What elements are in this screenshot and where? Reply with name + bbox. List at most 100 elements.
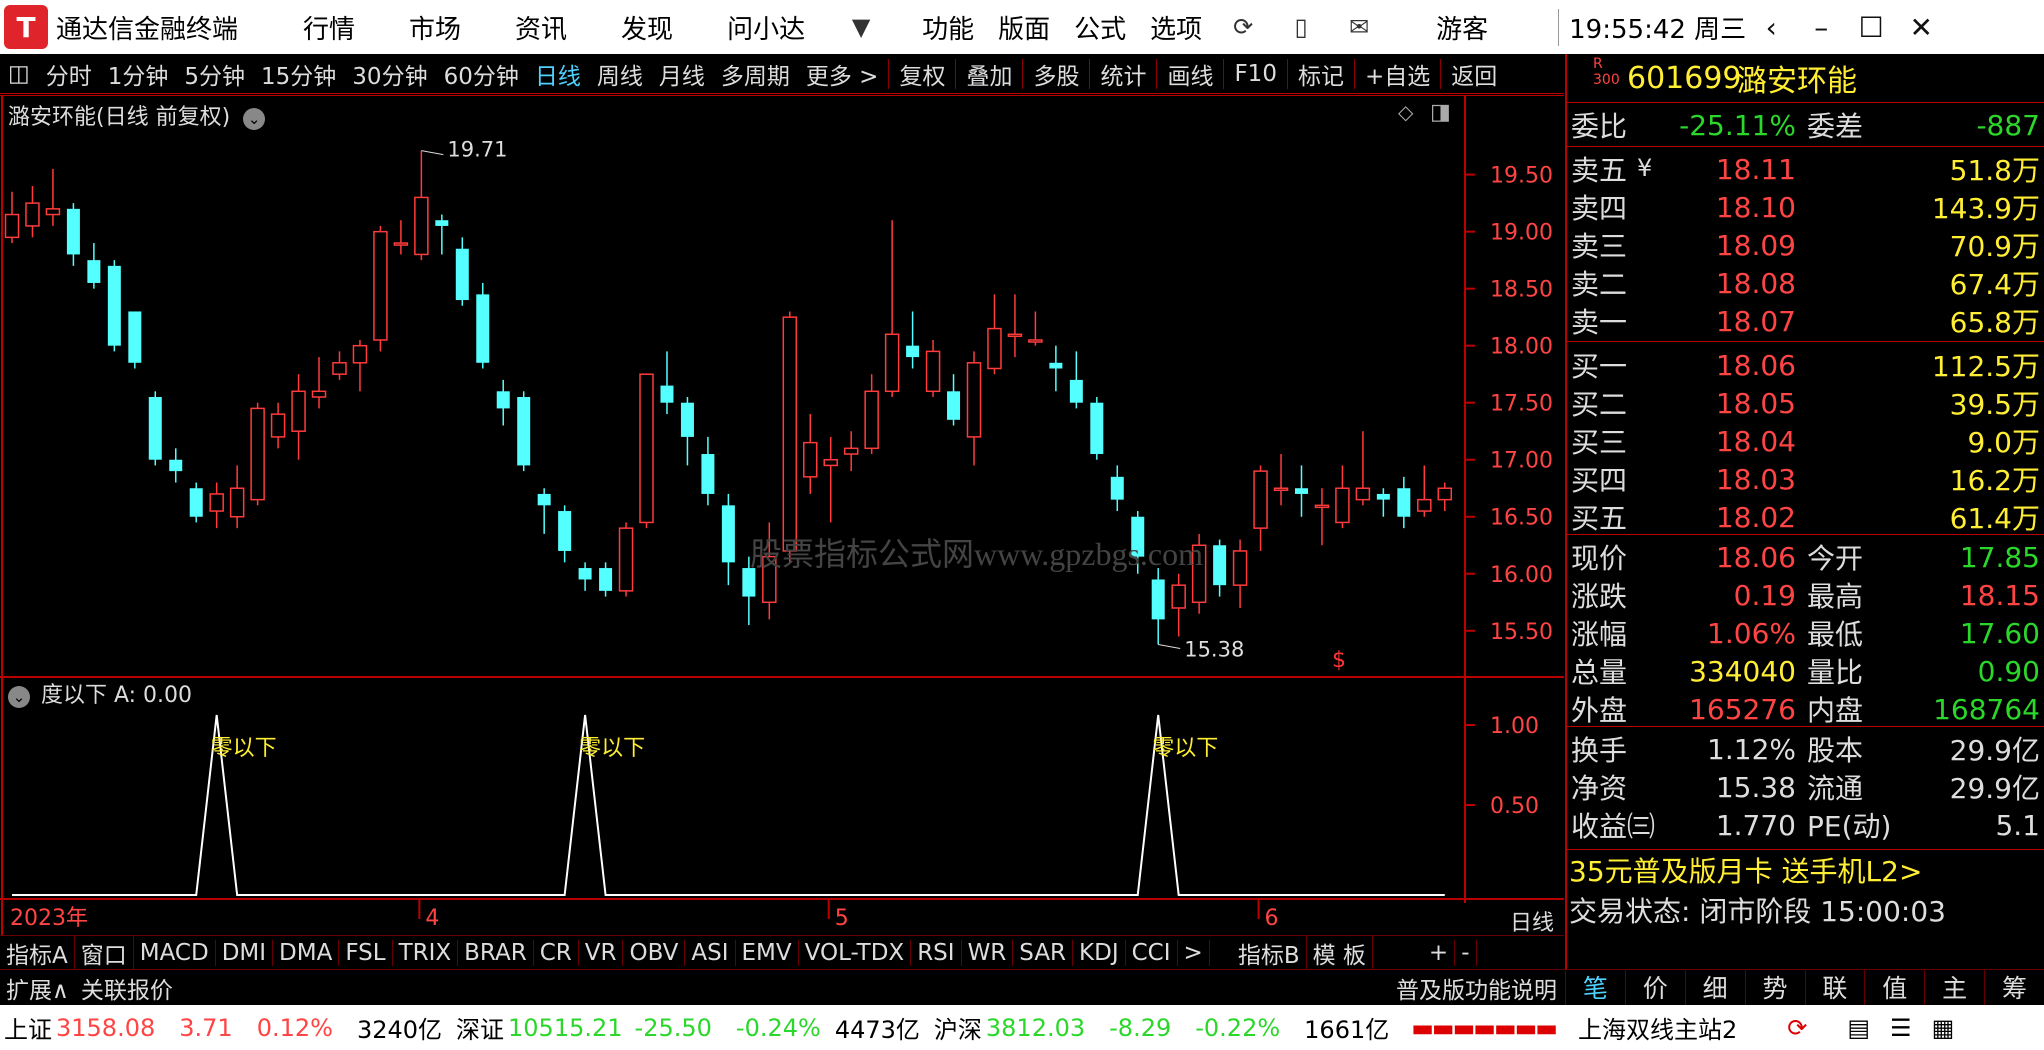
indicator-tab[interactable]: VOL-TDX	[799, 939, 912, 966]
period-tab[interactable]: 5分钟	[176, 57, 253, 91]
mail-icon[interactable]: ✉	[1344, 12, 1374, 42]
chevron-down-icon[interactable]: ⌄	[8, 686, 30, 708]
order-book-row[interactable]: 买四 18.03 16.2万	[1567, 460, 2044, 498]
indicator-tab[interactable]: DMI	[216, 939, 274, 966]
indicator-tab[interactable]: RSI	[911, 939, 962, 966]
period-tab[interactable]: 15分钟	[253, 57, 344, 91]
diamond-icon[interactable]: ◇	[1398, 100, 1414, 124]
menu-item[interactable]: 问小达	[700, 9, 832, 46]
tool-button[interactable]: 叠加	[958, 57, 1020, 91]
order-book-row[interactable]: 卖一 18.07 65.8万	[1567, 302, 2044, 340]
indicator-tab[interactable]: 指标A	[0, 935, 75, 970]
indicator-tab[interactable]: TRIX	[393, 939, 459, 966]
right-tab[interactable]: 细	[1684, 969, 1745, 1005]
period-tab[interactable]: 60分钟	[436, 57, 527, 91]
menu-item[interactable]: 公式	[1062, 9, 1138, 46]
indicator-tab[interactable]: VR	[579, 939, 624, 966]
chart-area[interactable]: 19.50 19.00 18.50 18.00 17.50 17.00 16.50 16.00…	[0, 95, 1564, 935]
menu-item[interactable]: 功能	[910, 9, 986, 46]
period-tab[interactable]: 1分钟	[100, 57, 177, 91]
right-tab[interactable]: 势	[1744, 969, 1805, 1005]
order-book-row[interactable]: 买二 18.05 39.5万	[1567, 384, 2044, 422]
indicator-tab[interactable]: EMV	[736, 939, 799, 966]
close-icon[interactable]: ✕	[1896, 11, 1946, 44]
chevron-down-icon[interactable]: ⌄	[243, 108, 266, 130]
list-icon[interactable]: ☰	[1890, 1014, 1912, 1042]
indicator-tab[interactable]: WR	[962, 939, 1014, 966]
period-tab-active[interactable]: 日线	[527, 57, 589, 91]
period-tab[interactable]: 月线	[651, 57, 713, 91]
dropdown-arrow-icon[interactable]: ▼	[846, 12, 876, 42]
menu-item[interactable]: 版面	[986, 9, 1062, 46]
refresh-icon[interactable]: ⟳	[1228, 12, 1258, 42]
tool-button[interactable]: F10	[1226, 61, 1285, 87]
right-tab[interactable]: 笔	[1565, 969, 1625, 1005]
server-label[interactable]: 上海双线主站2	[1578, 1010, 1737, 1045]
more-periods-button[interactable]: 更多 >	[798, 57, 887, 91]
menu-item[interactable]: 发现	[594, 9, 700, 46]
indicator-tab[interactable]: KDJ	[1073, 939, 1126, 966]
tool-button[interactable]: 复权	[891, 57, 953, 91]
indicator-tab[interactable]: BRAR	[458, 939, 534, 966]
order-book-row[interactable]: 卖二 18.08 67.4万	[1567, 264, 2044, 302]
indicator-tab[interactable]: ASI	[685, 939, 736, 966]
menu-item[interactable]: 资讯	[488, 9, 594, 46]
back-icon[interactable]: ‹	[1746, 11, 1796, 44]
order-book-row[interactable]: 卖三 18.09 70.9万	[1567, 226, 2044, 264]
right-tab[interactable]: 值	[1864, 969, 1924, 1005]
tool-button[interactable]: 多股	[1025, 57, 1087, 91]
period-tab[interactable]: 多周期	[713, 57, 798, 91]
order-book-row[interactable]: 卖四 18.10 143.9万	[1567, 188, 2044, 226]
tool-button[interactable]: 画线	[1159, 57, 1221, 91]
indicator-tab[interactable]: MACD	[134, 939, 216, 966]
tool-button[interactable]: 返回	[1443, 57, 1505, 91]
indicator-tab[interactable]: >	[1178, 939, 1210, 966]
index-label[interactable]: 深证	[456, 1010, 504, 1045]
grid-icon[interactable]: ▦	[1932, 1014, 1955, 1042]
panel-toggle-icon[interactable]: ◫	[0, 61, 38, 87]
order-book-row[interactable]: 买一 18.06 112.5万	[1567, 346, 2044, 384]
menu-item[interactable]: 市场	[382, 9, 488, 46]
layout-icon[interactable]: ◨	[1430, 100, 1451, 125]
user-label[interactable]: 游客	[1436, 9, 1546, 46]
help-link[interactable]: 普及版功能说明	[1390, 971, 1563, 1005]
calculator-icon[interactable]: ▤	[1847, 1014, 1870, 1042]
indicator-tab[interactable]: FSL	[339, 939, 393, 966]
tool-button[interactable]: 标记	[1290, 57, 1352, 91]
index-label[interactable]: 上证	[4, 1010, 52, 1045]
right-tab[interactable]: 筹	[1984, 969, 2044, 1005]
phone-icon[interactable]: ▯	[1286, 12, 1316, 42]
right-tab[interactable]: 主	[1924, 969, 1984, 1005]
menu-item[interactable]: 选项	[1138, 9, 1214, 46]
indicator-tab[interactable]: OBV	[623, 939, 686, 966]
minimize-icon[interactable]: –	[1796, 11, 1846, 44]
tool-button[interactable]: +自选	[1357, 57, 1438, 91]
candle-body-down	[107, 265, 121, 346]
indicator-tab[interactable]: 指标B	[1232, 935, 1307, 970]
period-tab[interactable]: 分时	[38, 57, 100, 91]
index-label[interactable]: 沪深	[934, 1010, 982, 1045]
right-tab[interactable]: 价	[1624, 969, 1685, 1005]
indicator-tab[interactable]: -	[1455, 939, 1477, 966]
yen-icon[interactable]: ¥	[1637, 154, 1652, 182]
right-tab[interactable]: 联	[1804, 969, 1865, 1005]
order-book-row[interactable]: 买五 18.02 61.4万	[1567, 498, 2044, 536]
related-quotes-button[interactable]: 关联报价	[75, 971, 179, 1005]
period-tab[interactable]: 30分钟	[344, 57, 435, 91]
indicator-tab[interactable]: 模 板	[1307, 935, 1373, 970]
order-book-row[interactable]: 买三 18.04 9.0万	[1567, 422, 2044, 460]
maximize-icon[interactable]: ☐	[1846, 11, 1896, 44]
menu-item[interactable]: 行情	[276, 9, 382, 46]
indicator-tab[interactable]: 窗口	[75, 935, 134, 970]
tool-button[interactable]: 统计	[1092, 57, 1154, 91]
indicator-tab[interactable]: +	[1423, 939, 1456, 966]
expand-button[interactable]: 扩展∧	[0, 971, 75, 1005]
indicator-tab[interactable]: DMA	[273, 939, 340, 966]
indicator-tab[interactable]: CCI	[1126, 939, 1178, 966]
sync-icon[interactable]: ⟳	[1787, 1014, 1807, 1042]
period-tab[interactable]: 周线	[589, 57, 651, 91]
indicator-tab[interactable]: SAR	[1013, 939, 1074, 966]
indicator-tab[interactable]: CR	[534, 939, 579, 966]
promo-link[interactable]: 35元普及版月卡 送手机L2>	[1565, 850, 2044, 890]
kline-chart[interactable]: 19.50 19.00 18.50 18.00 17.50 17.00 16.50 16.00…	[0, 95, 1564, 935]
